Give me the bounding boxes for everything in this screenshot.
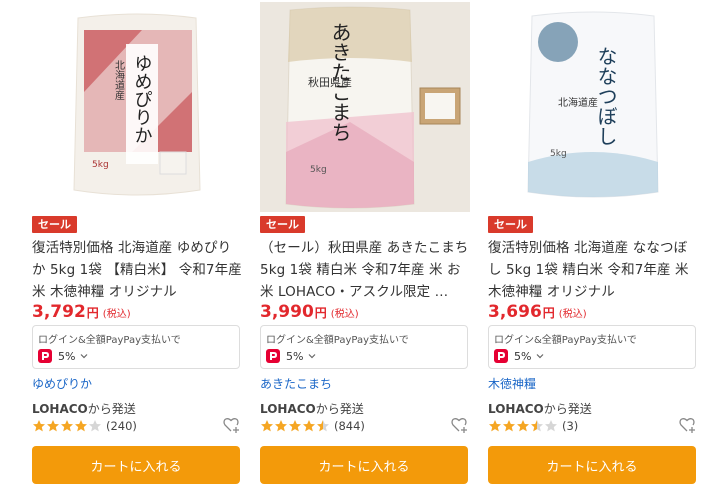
shipper-suffix: から発送: [87, 402, 136, 416]
paypay-icon: [494, 349, 508, 363]
product-title-link[interactable]: （セール）秋田県産 あきたこまち 5kg 1袋 精白米 令和7年産 米 お米 L…: [260, 237, 470, 303]
star-icon: [317, 420, 329, 432]
rating-stars: [488, 419, 558, 433]
paypay-icon: [38, 349, 52, 363]
star-icon: [89, 420, 101, 432]
price-tax: (税込): [558, 309, 587, 320]
paypay-note: ログイン&全額PayPay支払いで: [494, 335, 637, 346]
review-count: (240): [106, 419, 137, 433]
star-icon: [303, 420, 315, 432]
rating-stars: [32, 419, 102, 433]
package-name: ゆめぴりか: [132, 54, 153, 144]
add-to-cart-button[interactable]: カートに入れる: [488, 446, 696, 484]
shipper-brand: LOHACO: [260, 402, 316, 416]
star-icon: [531, 420, 543, 432]
star-icon: [489, 420, 501, 432]
product-image[interactable]: ななつぼし 北海道産 5kg: [488, 2, 698, 212]
star-icon: [275, 420, 287, 432]
star-icon: [289, 420, 301, 432]
star-icon: [61, 420, 73, 432]
price-value: 3,792: [32, 302, 86, 322]
product-card: あきたこまち 秋田県産 5kg セール （セール）秋田県産 あきたこまち 5kg…: [260, 0, 470, 493]
product-title: 復活特別価格 北海道産 ゆめぴりか 5kg 1袋 【精白米】 令和7年産 米 木…: [32, 240, 242, 300]
product-title-link[interactable]: 復活特別価格 北海道産 ゆめぴりか 5kg 1袋 【精白米】 令和7年産 米 木…: [32, 237, 242, 303]
rating-stars: [260, 419, 330, 433]
package-weight: 5kg: [550, 149, 567, 159]
shipper-suffix: から発送: [543, 402, 592, 416]
review-count: (3): [562, 419, 579, 433]
package-weight: 5kg: [92, 160, 109, 170]
star-icon: [33, 420, 45, 432]
paypay-rate-toggle[interactable]: 5%: [38, 349, 88, 363]
price-value: 3,696: [488, 302, 542, 322]
brand-link[interactable]: あきたこまち: [260, 375, 332, 392]
product-image[interactable]: あきたこまち 秋田県産 5kg: [260, 2, 470, 212]
star-icon: [545, 420, 557, 432]
paypay-rate: 5%: [58, 349, 76, 363]
sale-badge: セール: [260, 216, 305, 233]
package-name: ななつぼし: [594, 46, 618, 146]
chevron-down-icon: [81, 354, 88, 359]
paypay-rate: 5%: [286, 349, 304, 363]
product-title: （セール）秋田県産 あきたこまち 5kg 1袋 精白米 令和7年産 米 お米 L…: [260, 240, 469, 300]
add-to-cart-button[interactable]: カートに入れる: [260, 446, 468, 484]
star-icon: [517, 420, 529, 432]
rating[interactable]: (240): [32, 418, 137, 434]
paypay-rate-toggle[interactable]: 5%: [494, 349, 544, 363]
package-region: 北海道産: [113, 60, 125, 101]
add-to-cart-button[interactable]: カートに入れる: [32, 446, 240, 484]
price-yen: 円: [542, 306, 555, 320]
sale-badge: セール: [32, 216, 77, 233]
shipper-suffix: から発送: [315, 402, 364, 416]
product-price: 3,792円 (税込): [32, 301, 131, 326]
package-region: 北海道産: [558, 96, 598, 109]
product-card: ななつぼし 北海道産 5kg セール 復活特別価格 北海道産 ななつぼし 5kg…: [488, 0, 698, 493]
paypay-note: ログイン&全額PayPay支払いで: [266, 335, 409, 346]
price-yen: 円: [314, 306, 327, 320]
star-icon: [47, 420, 59, 432]
product-card: ゆめぴりか 北海道産 5kg セール 復活特別価格 北海道産 ゆめぴりか 5kg…: [32, 0, 242, 493]
shipper-brand: LOHACO: [488, 402, 544, 416]
shipper: LOHACOから発送: [32, 400, 136, 417]
product-title-link[interactable]: 復活特別価格 北海道産 ななつぼし 5kg 1袋 精白米 令和7年産 米 木徳神…: [488, 237, 698, 303]
product-price: 3,990円 (税込): [260, 301, 359, 326]
chevron-down-icon: [537, 354, 544, 359]
product-image[interactable]: ゆめぴりか 北海道産 5kg: [32, 2, 242, 212]
paypay-box: ログイン&全額PayPay支払いで 5%: [260, 325, 468, 369]
paypay-rate: 5%: [514, 349, 532, 363]
paypay-note: ログイン&全額PayPay支払いで: [38, 335, 181, 346]
heart-plus-icon[interactable]: [450, 415, 470, 435]
star-icon: [75, 420, 87, 432]
price-yen: 円: [86, 306, 99, 320]
star-icon: [503, 420, 515, 432]
paypay-box: ログイン&全額PayPay支払いで 5%: [32, 325, 240, 369]
heart-plus-icon[interactable]: [222, 415, 242, 435]
price-tax: (税込): [330, 309, 359, 320]
brand-link[interactable]: 木徳神糧: [488, 375, 536, 392]
product-price: 3,696円 (税込): [488, 301, 587, 326]
price-tax: (税込): [102, 309, 131, 320]
price-value: 3,990: [260, 302, 314, 322]
heart-plus-icon[interactable]: [678, 415, 698, 435]
review-count: (844): [334, 419, 365, 433]
package-region: 秋田県産: [308, 75, 352, 89]
shipper: LOHACOから発送: [260, 400, 364, 417]
paypay-rate-toggle[interactable]: 5%: [266, 349, 316, 363]
package-weight: 5kg: [310, 165, 327, 175]
rating[interactable]: (844): [260, 418, 365, 434]
shipper: LOHACOから発送: [488, 400, 592, 417]
paypay-icon: [266, 349, 280, 363]
brand-link[interactable]: ゆめぴりか: [32, 375, 92, 392]
star-icon: [261, 420, 273, 432]
product-grid: ゆめぴりか 北海道産 5kg セール 復活特別価格 北海道産 ゆめぴりか 5kg…: [0, 0, 715, 493]
chevron-down-icon: [309, 354, 316, 359]
product-title: 復活特別価格 北海道産 ななつぼし 5kg 1袋 精白米 令和7年産 米 木徳神…: [488, 240, 689, 300]
rating[interactable]: (3): [488, 418, 578, 434]
shipper-brand: LOHACO: [32, 402, 88, 416]
sale-badge: セール: [488, 216, 533, 233]
paypay-box: ログイン&全額PayPay支払いで 5%: [488, 325, 696, 369]
